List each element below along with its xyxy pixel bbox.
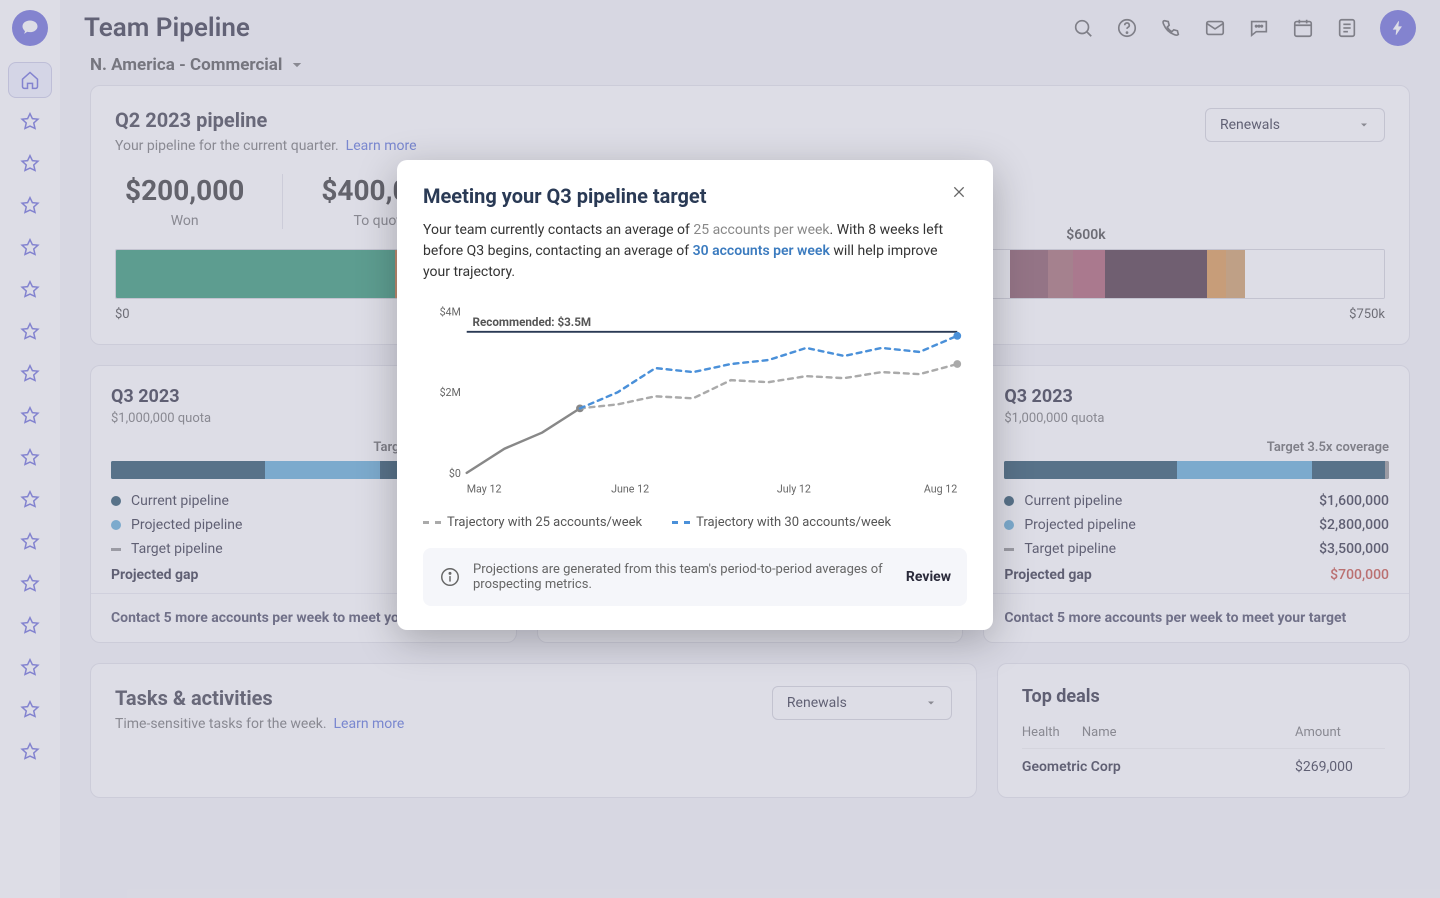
svg-text:July 12: July 12 [777, 482, 811, 495]
modal: Meeting your Q3 pipeline target Your tea… [397, 160, 993, 630]
review-button[interactable]: Review [906, 569, 951, 585]
chart-legend: Trajectory with 25 accounts/week Traject… [423, 515, 967, 530]
modal-footer: Projections are generated from this team… [423, 548, 967, 606]
svg-text:$2M: $2M [440, 386, 461, 399]
modal-body: Your team currently contacts an average … [423, 220, 967, 283]
close-icon[interactable] [951, 184, 967, 204]
svg-text:June 12: June 12 [611, 482, 649, 495]
svg-text:$4M: $4M [440, 306, 461, 319]
info-icon [439, 566, 461, 588]
svg-text:Recommended: $3.5M: Recommended: $3.5M [473, 315, 592, 329]
modal-chart: $0 $2M $4M May 12 June 12 July 12 Aug 12 Recomm… [423, 301, 967, 505]
svg-text:May 12: May 12 [467, 482, 502, 495]
svg-text:Aug 12: Aug 12 [924, 482, 957, 495]
svg-text:$0: $0 [449, 467, 461, 480]
modal-title: Meeting your Q3 pipeline target [423, 184, 707, 208]
